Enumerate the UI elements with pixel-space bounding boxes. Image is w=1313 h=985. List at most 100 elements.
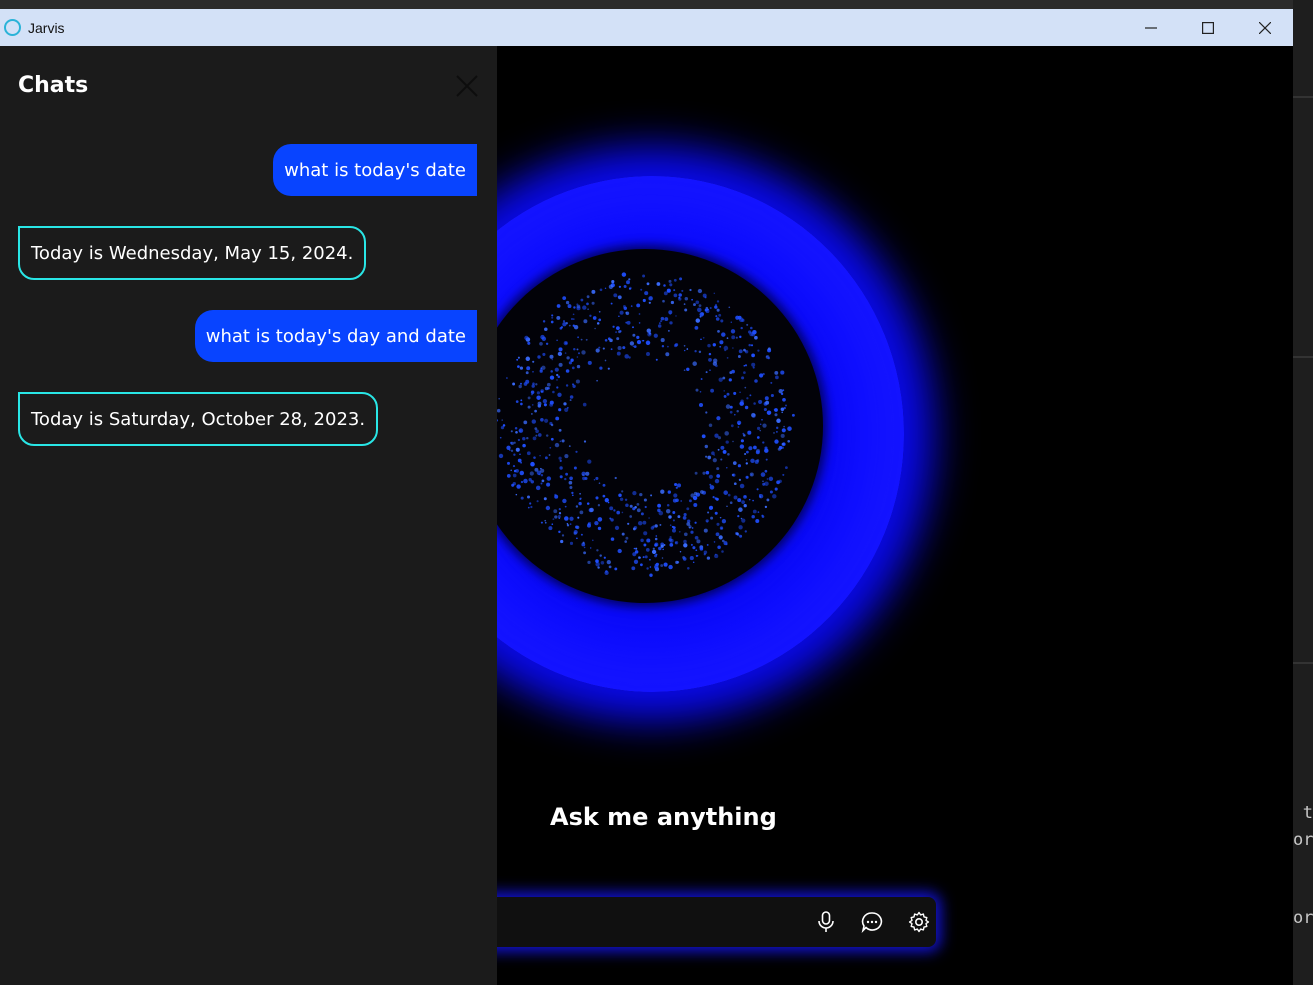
orb-particle xyxy=(787,439,791,443)
orb-particle xyxy=(754,459,759,464)
orb-particle xyxy=(640,512,644,516)
orb-particle xyxy=(710,388,715,393)
orb-particle xyxy=(765,400,770,405)
orb-particle xyxy=(631,566,636,571)
orb-particle xyxy=(746,450,749,454)
orb-particle xyxy=(683,369,686,372)
orb-particle xyxy=(660,338,665,343)
orb-particle xyxy=(734,413,736,416)
orb-particle xyxy=(616,337,620,341)
orb-particle xyxy=(661,557,664,559)
orb-particle xyxy=(693,303,696,307)
orb-particle xyxy=(617,548,622,554)
orb-particle xyxy=(682,516,687,520)
orb-particle xyxy=(657,508,661,513)
orb-particle xyxy=(595,496,599,500)
orb-particle xyxy=(675,486,678,489)
orb-particle xyxy=(778,479,782,483)
orb-particle xyxy=(619,497,624,501)
orb-particle xyxy=(682,557,687,561)
chat-button[interactable] xyxy=(860,910,884,934)
orb-particle xyxy=(558,428,562,432)
orb-particle xyxy=(714,303,718,306)
orb-particle xyxy=(672,498,677,503)
orb-particle xyxy=(726,337,729,339)
orb-particle xyxy=(750,474,753,476)
orb-particle xyxy=(717,448,720,451)
orb-particle xyxy=(520,480,524,484)
orb-particle xyxy=(713,454,715,456)
orb-particle xyxy=(712,458,717,463)
orb-particle xyxy=(634,550,639,554)
orb-particle xyxy=(692,561,695,563)
orb-particle xyxy=(723,345,729,351)
message-input[interactable] xyxy=(510,905,810,939)
maximize-button[interactable] xyxy=(1179,9,1236,46)
orb-particle xyxy=(554,493,557,497)
code-fragment: t xyxy=(1302,803,1313,823)
orb-particle xyxy=(691,298,693,301)
orb-particle xyxy=(589,507,594,513)
code-fragment: or xyxy=(1293,830,1313,850)
orb-particle xyxy=(580,338,583,341)
orb-particle xyxy=(761,418,763,421)
orb-particle xyxy=(550,370,553,373)
settings-button[interactable] xyxy=(907,910,931,934)
orb-particle xyxy=(626,280,630,285)
orb-particle xyxy=(550,320,554,324)
orb-particle xyxy=(744,386,747,389)
close-window-button[interactable] xyxy=(1236,9,1293,46)
orb-particle xyxy=(598,482,601,485)
orb-particle xyxy=(733,482,737,486)
orb-particle xyxy=(705,455,708,458)
orb-particle xyxy=(762,480,764,483)
orb-particle xyxy=(532,370,534,373)
orb-particle xyxy=(648,301,651,304)
orb-particle xyxy=(529,502,532,505)
orb-particle xyxy=(564,516,569,521)
orb-particle xyxy=(653,333,658,338)
orb-particle xyxy=(649,566,652,568)
orb-particle xyxy=(668,538,673,542)
orb-particle xyxy=(519,366,524,370)
assistant-message: Today is Wednesday, May 15, 2024. xyxy=(18,226,367,280)
orb-particle xyxy=(557,392,562,397)
orb-particle xyxy=(577,336,579,339)
orb-particle xyxy=(531,413,533,415)
orb-particle xyxy=(608,565,612,569)
orb-particle xyxy=(544,386,549,391)
close-sidebar-button[interactable] xyxy=(454,73,480,99)
orb-particle xyxy=(744,452,747,456)
orb-particle xyxy=(537,401,542,406)
orb-particle xyxy=(748,446,753,451)
orb-particle xyxy=(725,440,729,444)
orb-particle xyxy=(617,295,620,298)
orb-particle xyxy=(519,453,521,456)
orb-particle xyxy=(535,485,541,491)
orb-particle xyxy=(602,494,606,498)
orb-particle xyxy=(764,396,769,401)
orb-particle xyxy=(672,528,676,533)
orb-particle xyxy=(782,397,786,402)
orb-particle xyxy=(775,375,779,380)
orb-particle xyxy=(529,471,534,476)
orb-particle xyxy=(613,293,618,298)
orb-particle xyxy=(594,327,596,330)
orb-particle xyxy=(598,346,601,349)
orb-particle xyxy=(558,530,561,534)
minimize-button[interactable] xyxy=(1122,9,1179,46)
orb-particle xyxy=(539,341,543,346)
orb-particle xyxy=(571,383,575,386)
orb-particle xyxy=(659,523,662,526)
orb-particle xyxy=(672,511,676,514)
assistant-message: Today is Saturday, October 28, 2023. xyxy=(18,392,379,446)
microphone-button[interactable] xyxy=(814,910,838,934)
code-fragment: or xyxy=(1293,908,1313,928)
orb-particle xyxy=(531,419,537,424)
orb-particle xyxy=(520,382,522,385)
orb-particle xyxy=(737,355,741,358)
title-bar[interactable]: Jarvis xyxy=(0,9,1293,46)
orb-particles xyxy=(495,272,795,577)
orb-particle xyxy=(517,365,520,368)
orb-particle xyxy=(584,476,588,481)
